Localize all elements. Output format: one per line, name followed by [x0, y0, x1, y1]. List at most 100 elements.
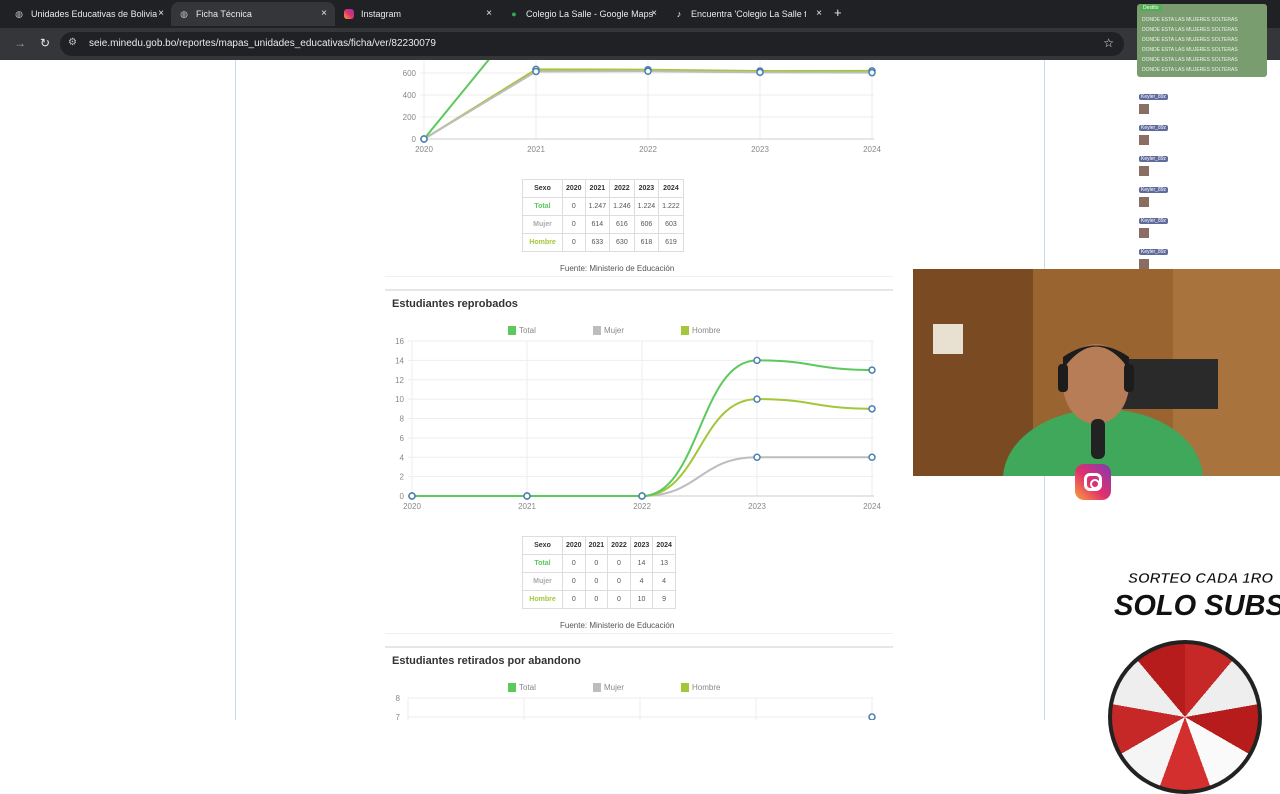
row-label: Hombre — [522, 233, 563, 252]
x-tick-label: 2024 — [863, 502, 881, 511]
instagram-icon — [1075, 464, 1111, 500]
legend-label: Mujer — [604, 326, 624, 335]
chat-username: Keyler_89z — [1139, 125, 1169, 131]
table-row: Mujer 0 0 0 4 4 — [522, 572, 676, 591]
chat-message: Keyler_89z — [1139, 240, 1179, 269]
tab-close-icon[interactable]: × — [651, 8, 657, 19]
tab-unidades-educativas[interactable]: ◍ Unidades Educativas de Bolivia × — [6, 2, 172, 26]
webcam-image — [913, 269, 1280, 476]
legend-label: Total — [519, 326, 536, 335]
table-cell: 633 — [584, 233, 611, 252]
sexo-header: Sexo — [522, 536, 563, 555]
tab-ficha-tecnica[interactable]: ◍ Ficha Técnica × — [171, 2, 335, 26]
table-cell: 0 — [562, 554, 586, 573]
table-cell: 0 — [562, 215, 586, 234]
new-tab-button[interactable]: + — [834, 5, 842, 20]
table-cell: 0 — [584, 572, 609, 591]
table-cell: 13 — [652, 554, 676, 573]
chat-avatar — [1139, 166, 1149, 176]
table-cell: 0 — [562, 233, 586, 252]
prize-wheel-image — [1108, 640, 1262, 794]
chat-username: Keyler_89z — [1139, 94, 1169, 100]
promo-text-sorteo: SORTEO CADA 1RO — [1128, 570, 1274, 588]
table-cell: 1.224 — [633, 197, 660, 216]
chat-message: Keyler_89z — [1139, 209, 1179, 238]
year-header: 2021 — [584, 179, 611, 198]
forward-icon[interactable]: → — [14, 36, 26, 50]
source-note: Fuente: Ministerio de Educación — [560, 621, 675, 630]
chat-username: Keyler_89z — [1139, 187, 1169, 193]
chat-username: Keyler_89z — [1139, 156, 1169, 162]
table-cell: 0 — [607, 590, 631, 609]
table-cell: 0 — [607, 554, 631, 573]
table-cell: 4 — [629, 572, 654, 591]
y-tick-label: 0 — [400, 492, 405, 501]
tab-title: Ficha Técnica — [196, 9, 252, 19]
y-tick-label: 12 — [395, 376, 404, 385]
table-cell: 10 — [629, 590, 654, 609]
year-header: 2024 — [652, 536, 676, 555]
y-tick-label: 7 — [396, 713, 401, 720]
year-header: 2023 — [629, 536, 654, 555]
table-cell: 0 — [562, 590, 586, 609]
data-point — [868, 713, 876, 720]
data-point — [868, 68, 876, 77]
data-point — [644, 67, 652, 75]
divider — [385, 646, 893, 648]
year-header: 2022 — [607, 536, 631, 555]
globe-icon: ◍ — [180, 9, 188, 19]
legend-swatch — [593, 326, 601, 335]
legend-swatch — [681, 683, 689, 692]
chat-header: Destito — [1140, 5, 1162, 11]
y-tick-label: 0 — [412, 135, 417, 144]
y-tick-label: 400 — [403, 91, 417, 100]
x-tick-label: 2021 — [527, 145, 545, 154]
year-header: 2021 — [584, 536, 609, 555]
webcam-feed — [913, 269, 1280, 476]
row-label: Hombre — [522, 590, 563, 609]
y-tick-label: 6 — [400, 434, 405, 443]
tab-title: Colegio La Salle - Google Maps — [526, 9, 654, 19]
tab-close-icon[interactable]: × — [158, 8, 164, 19]
y-tick-label: 2 — [400, 473, 405, 482]
tab-tiktok[interactable]: ♪ Encuentra 'Colegio La Salle trin × — [666, 2, 830, 26]
x-tick-label: 2020 — [403, 502, 421, 511]
chat-message: Keyler_89z — [1139, 116, 1179, 145]
table-cell: 0 — [562, 572, 586, 591]
legend-swatch — [681, 326, 689, 335]
tab-close-icon[interactable]: × — [321, 8, 327, 19]
legend-label: Hombre — [692, 326, 721, 335]
address-bar[interactable]: ⚙ seie.minedu.gob.bo/reportes/mapas_unid… — [60, 32, 1124, 56]
chat-avatar — [1139, 135, 1149, 145]
legend-label: Hombre — [692, 683, 721, 692]
globe-icon: ◍ — [15, 9, 23, 19]
divider — [385, 633, 893, 634]
table-cell: 1.222 — [658, 197, 684, 216]
tab-strip: ◍ Unidades Educativas de Bolivia × ◍ Fic… — [0, 0, 1280, 28]
table-row: Hombre 0 0 0 10 9 — [522, 590, 676, 609]
bookmark-star-icon[interactable]: ☆ — [1103, 36, 1114, 50]
tab-close-icon[interactable]: × — [816, 8, 822, 19]
chat-line: DONDE ESTA LAS MUJERES SOLTERAS — [1142, 67, 1238, 73]
y-tick-label: 16 — [395, 337, 404, 346]
site-settings-icon[interactable]: ⚙ — [68, 37, 77, 48]
tab-title: Encuentra 'Colegio La Salle trin — [691, 9, 806, 19]
data-point — [753, 453, 761, 461]
table-cell: 4 — [652, 572, 676, 591]
divider — [385, 289, 893, 291]
reload-icon[interactable]: ↻ — [40, 36, 50, 50]
section-title-abandono: Estudiantes retirados por abandono — [392, 655, 581, 667]
y-tick-label: 600 — [403, 69, 417, 78]
year-header: 2020 — [562, 179, 586, 198]
chat-overlay: Destito DONDE ESTA LAS MUJERES SOLTERAS … — [1137, 4, 1267, 77]
chat-avatar — [1139, 259, 1149, 269]
tab-google-maps[interactable]: ● Colegio La Salle - Google Maps × — [501, 2, 665, 26]
data-point — [868, 366, 876, 374]
table-cell: 0 — [607, 572, 631, 591]
row-label: Mujer — [522, 572, 563, 591]
tab-close-icon[interactable]: × — [486, 8, 492, 19]
chat-message: Keyler_89z — [1139, 85, 1179, 114]
tab-instagram[interactable]: Instagram × — [336, 2, 500, 26]
divider — [385, 276, 893, 277]
y-tick-label: 8 — [400, 415, 405, 424]
